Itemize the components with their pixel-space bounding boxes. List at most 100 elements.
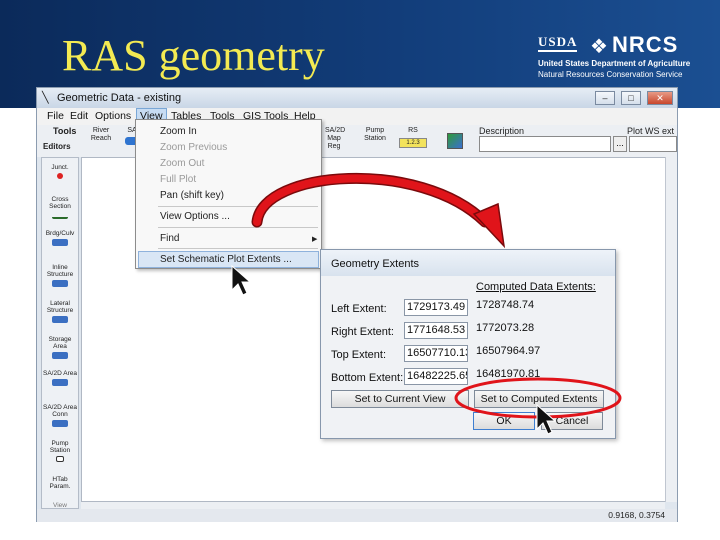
description-label: Description (479, 126, 525, 136)
editor-bridge-culvert-label: Brdg/Culv (45, 230, 75, 237)
pump-station-tool[interactable]: Pump Station (361, 127, 389, 143)
junction-icon (57, 173, 63, 179)
maximize-button[interactable]: □ (621, 91, 641, 105)
menu-separator (158, 227, 318, 228)
menu-full-plot[interactable]: Full Plot (160, 174, 196, 185)
toolbar: Tools Editors River Reach SA SA/2D Map R… (37, 125, 677, 157)
bridge-icon (52, 239, 68, 246)
river-reach-tool[interactable]: River Reach (87, 127, 115, 143)
app-icon: ╲ (42, 92, 49, 104)
left-extent-label: Left Extent: (331, 303, 387, 315)
dialog-titlebar: Geometry Extents (321, 250, 615, 276)
menu-find[interactable]: Find (160, 233, 179, 244)
computed-bottom-extent: 16481970.81 (476, 368, 541, 380)
computed-extents-header: Computed Data Extents: (476, 281, 596, 293)
editor-htab-param[interactable]: HTab Param. (42, 476, 78, 490)
tools-label: Tools (53, 126, 77, 136)
gis-map-icon[interactable] (447, 133, 463, 149)
minimize-button[interactable]: – (595, 91, 615, 105)
editor-view[interactable]: View (42, 502, 78, 509)
sa-2d-conn-icon (52, 420, 68, 427)
sa-2d-area-icon (52, 379, 68, 386)
vertical-scrollbar[interactable] (665, 157, 677, 502)
editor-sa-2d-conn-label: SA/2D Area Conn (43, 404, 77, 418)
close-button[interactable]: ✕ (647, 91, 673, 105)
sa-map-tool[interactable]: SA/2D Map Reg (325, 127, 346, 151)
editor-pump-station-label: Pump Station (49, 440, 71, 454)
top-extent-label: Top Extent: (331, 349, 387, 361)
cancel-button[interactable]: Cancel (541, 412, 603, 430)
rs-tag: 1.2.3 (399, 138, 427, 148)
editor-sa-2d-area-label: SA/2D Area (43, 370, 77, 377)
editor-inline-structure[interactable]: Inline Structure (42, 264, 78, 287)
right-extent-field[interactable]: 1771648.53 (404, 322, 468, 339)
submenu-arrow-icon: ▶ (312, 236, 318, 243)
pump-station-label: Pump Station (364, 127, 386, 142)
editor-storage-area[interactable]: Storage Area (42, 336, 78, 359)
editor-pump-station[interactable]: Pump Station (42, 440, 78, 462)
menu-bar: File Edit Options View Tables Tools GIS … (37, 108, 677, 125)
menu-options[interactable]: Options (95, 110, 131, 122)
editor-cross-section-label: Cross Section (49, 196, 71, 210)
editor-view-label: View (53, 502, 67, 509)
menu-separator (158, 248, 318, 249)
description-browse-button[interactable]: ... (613, 136, 627, 152)
plot-ws-label: Plot WS ext (627, 126, 675, 136)
bottom-extent-label: Bottom Extent: (331, 372, 404, 384)
logo-line-1: United States Department of Agriculture (538, 59, 691, 68)
left-extent-field[interactable]: 1729173.49 (404, 299, 468, 316)
geometry-extents-dialog: Geometry Extents Computed Data Extents: … (320, 249, 616, 439)
set-to-current-view-button[interactable]: Set to Current View (331, 390, 469, 408)
editor-lateral-structure[interactable]: Lateral Structure (42, 300, 78, 323)
menu-zoom-out[interactable]: Zoom Out (160, 158, 204, 169)
editor-storage-area-label: Storage Area (48, 336, 72, 350)
menu-separator (158, 206, 318, 207)
bottom-extent-field[interactable]: 16482225.65 (404, 368, 468, 385)
inline-structure-icon (52, 280, 68, 287)
dialog-title: Geometry Extents (331, 258, 420, 270)
cross-section-icon (52, 212, 68, 219)
storage-area-icon (52, 352, 68, 359)
lateral-structure-icon (52, 316, 68, 323)
menu-file[interactable]: File (47, 110, 64, 122)
sa-map-label: SA/2D Map Reg (325, 127, 346, 150)
computed-top-extent: 16507964.97 (476, 345, 541, 357)
window-titlebar: ╲ Geometric Data - existing – □ ✕ (37, 88, 677, 108)
menu-edit[interactable]: Edit (70, 110, 88, 122)
description-input[interactable] (479, 136, 611, 152)
menu-pan[interactable]: Pan (shift key) (160, 190, 224, 201)
editor-bridge-culvert[interactable]: Brdg/Culv (42, 230, 78, 246)
pump-station-icon (56, 456, 64, 462)
editor-junction[interactable]: Junct. (42, 164, 78, 179)
menu-zoom-previous[interactable]: Zoom Previous (160, 142, 227, 153)
water-drop-icon: ❖ (590, 36, 608, 58)
nrcs-wordmark: NRCS (612, 32, 679, 57)
set-to-computed-extents-button[interactable]: Set to Computed Extents (474, 390, 604, 408)
editors-label: Editors (43, 142, 71, 151)
editor-sa-2d-conn[interactable]: SA/2D Area Conn (42, 404, 78, 427)
slide-title: RAS geometry (62, 31, 325, 80)
menu-set-schematic-plot-extents[interactable]: Set Schematic Plot Extents ... (160, 254, 292, 265)
slide: RAS geometry USDA ❖ NRCS United States D… (0, 0, 720, 540)
status-bar: 0.9168, 0.3754 (37, 509, 677, 522)
menu-view-options[interactable]: View Options ... (160, 211, 230, 222)
rs-label: RS (408, 127, 418, 134)
coordinate-readout: 0.9168, 0.3754 (608, 510, 665, 520)
editor-junction-label: Junct. (51, 164, 69, 171)
editor-inline-structure-label: Inline Structure (46, 264, 74, 278)
editor-cross-section[interactable]: Cross Section (42, 196, 78, 219)
window-title: Geometric Data - existing (57, 92, 182, 104)
rs-tool[interactable]: RS 1.2.3 (399, 127, 427, 148)
plot-ws-select[interactable] (629, 136, 677, 152)
computed-left-extent: 1728748.74 (476, 299, 535, 311)
usda-wordmark: USDA (538, 34, 578, 52)
logo-line-2: Natural Resources Conservation Service (538, 70, 683, 79)
editor-sa-2d-area[interactable]: SA/2D Area (42, 370, 78, 386)
computed-right-extent: 1772073.28 (476, 322, 535, 334)
ok-button[interactable]: OK (473, 412, 535, 430)
top-extent-field[interactable]: 16507710.13 (404, 345, 468, 362)
menu-zoom-in[interactable]: Zoom In (160, 126, 197, 137)
view-dropdown-menu: Zoom In Zoom Previous Zoom Out Full Plot… (135, 119, 322, 269)
editors-sidebar: Junct. Cross Section Brdg/Culv Inline St… (41, 157, 79, 509)
editor-htab-param-label: HTab Param. (49, 476, 71, 490)
